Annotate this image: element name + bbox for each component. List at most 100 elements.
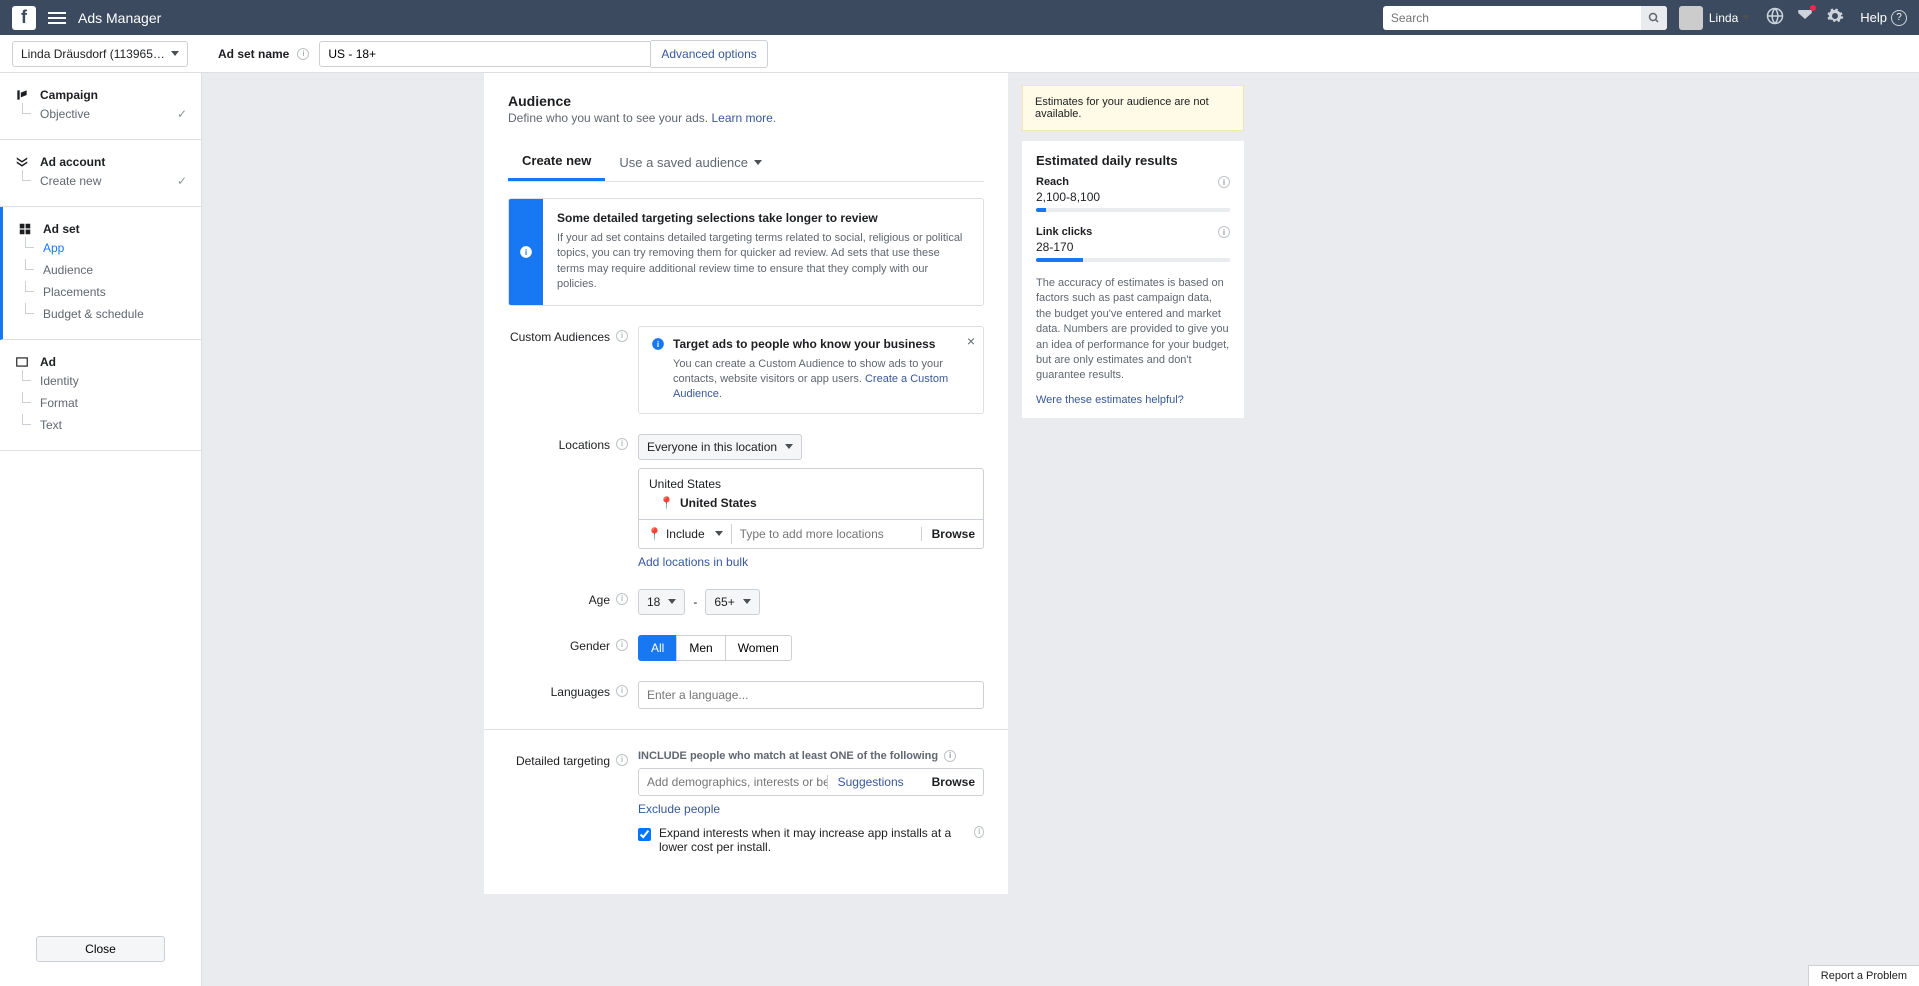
ad-section: Ad Identity Format Text [0, 340, 201, 451]
svg-text:i: i [657, 339, 659, 348]
chevron-down-icon [754, 160, 762, 165]
adset-name-label: Ad set name [218, 47, 289, 61]
sidebar-item-create-new[interactable]: Create new ✓ [0, 170, 201, 192]
adset-icon [17, 221, 33, 237]
globe-icon[interactable] [1766, 7, 1784, 28]
estimates-disclaimer: The accuracy of estimates is based on fa… [1036, 276, 1230, 384]
info-icon[interactable]: i [1218, 176, 1230, 188]
info-icon[interactable]: i [974, 826, 984, 838]
advanced-options-button[interactable]: Advanced options [651, 40, 767, 68]
content-area[interactable]: Audience Define who you want to see your… [202, 73, 1919, 986]
estimates-card: Estimated daily results Reach i 2,100-8,… [1022, 141, 1244, 418]
chevron-down-icon [668, 599, 676, 604]
expand-interests-checkbox[interactable] [638, 828, 651, 841]
facebook-logo[interactable]: f [12, 6, 36, 30]
check-icon: ✓ [177, 107, 187, 121]
exclude-people-link[interactable]: Exclude people [638, 802, 720, 816]
top-nav: f Ads Manager Linda Help ? [0, 0, 1919, 35]
location-input[interactable] [731, 524, 913, 544]
location-scope-dropdown[interactable]: Everyone in this location [638, 434, 802, 460]
account-selector[interactable]: Linda Dräusdorf (11396517272… [12, 41, 188, 67]
campaign-icon [14, 87, 30, 103]
search-input[interactable] [1383, 11, 1641, 25]
custom-audiences-label: Custom Audiences i [508, 326, 638, 414]
age-min-dropdown[interactable]: 18 [638, 589, 685, 615]
clicks-value: 28-170 [1036, 240, 1230, 254]
campaign-section: Campaign Objective ✓ [0, 73, 201, 140]
info-icon[interactable]: i [944, 750, 956, 762]
languages-input[interactable] [638, 681, 984, 709]
user-name: Linda [1709, 11, 1738, 25]
browse-locations-link[interactable]: Browse [921, 527, 975, 541]
adaccount-icon [14, 154, 30, 170]
sidebar-item-budget[interactable]: Budget & schedule [3, 303, 201, 325]
chevron-down-icon [785, 444, 793, 449]
clicks-bar [1036, 258, 1083, 262]
learn-more-link[interactable]: Learn more [711, 111, 772, 125]
chevron-down-icon [743, 599, 751, 604]
adset-section: Ad set App Audience Placements Budget & … [0, 207, 201, 340]
info-icon[interactable]: i [616, 593, 628, 605]
report-problem-link[interactable]: Report a Problem [1808, 965, 1919, 986]
sub-header: Linda Dräusdorf (11396517272… Ad set nam… [0, 35, 1919, 73]
info-icon[interactable]: i [616, 754, 628, 766]
sidebar-item-objective[interactable]: Objective ✓ [0, 103, 201, 125]
sidebar-item-app[interactable]: App [3, 237, 201, 259]
info-icon[interactable]: i [297, 48, 309, 60]
reach-bar [1036, 208, 1046, 212]
review-banner: i Some detailed targeting selections tak… [508, 198, 984, 306]
search-button[interactable] [1641, 6, 1667, 30]
gender-all-button[interactable]: All [638, 635, 677, 661]
detailed-targeting-input[interactable] [647, 775, 827, 789]
notification-dot [1810, 5, 1816, 11]
clicks-label: Link clicks [1036, 226, 1092, 238]
sidebar-item-identity[interactable]: Identity [0, 370, 201, 392]
notifications-icon[interactable] [1796, 7, 1814, 28]
chevron-down-icon [1742, 15, 1750, 20]
gender-men-button[interactable]: Men [676, 635, 725, 661]
close-button[interactable]: Close [36, 936, 165, 962]
info-icon: i [651, 337, 665, 351]
left-sidebar: Campaign Objective ✓ Ad account Create n… [0, 73, 202, 986]
ad-icon [14, 354, 30, 370]
sidebar-item-audience[interactable]: Audience [3, 259, 201, 281]
location-item-us[interactable]: 📍 United States [649, 493, 973, 513]
sidebar-item-format[interactable]: Format [0, 392, 201, 414]
gender-label: Gender i [508, 635, 638, 661]
include-dropdown[interactable]: 📍 Include [647, 527, 723, 541]
menu-icon[interactable] [48, 9, 66, 27]
adset-name-input[interactable] [319, 41, 651, 67]
info-icon[interactable]: i [1218, 226, 1230, 238]
right-column: Estimates for your audience are not avai… [1022, 73, 1244, 986]
check-icon: ✓ [177, 174, 187, 188]
chevron-down-icon [715, 531, 723, 536]
close-icon[interactable]: × [967, 333, 975, 349]
sidebar-item-placements[interactable]: Placements [3, 281, 201, 303]
sidebar-item-text[interactable]: Text [0, 414, 201, 436]
info-icon[interactable]: i [616, 685, 628, 697]
app-title: Ads Manager [78, 10, 161, 26]
info-icon: i [509, 199, 543, 305]
tab-use-saved[interactable]: Use a saved audience [605, 143, 776, 181]
suggestions-link[interactable]: Suggestions [827, 775, 914, 789]
age-label: Age i [508, 589, 638, 615]
user-menu[interactable]: Linda [1679, 6, 1750, 30]
tab-create-new[interactable]: Create new [508, 143, 605, 181]
locations-label: Locations i [508, 434, 638, 569]
estimates-feedback-link[interactable]: Were these estimates helpful? [1036, 394, 1184, 406]
info-icon[interactable]: i [616, 330, 628, 342]
help-link[interactable]: Help ? [1860, 10, 1907, 26]
age-max-dropdown[interactable]: 65+ [705, 589, 759, 615]
info-icon[interactable]: i [616, 639, 628, 651]
chevron-down-icon [171, 51, 179, 56]
reach-label: Reach [1036, 176, 1069, 188]
browse-targeting-link[interactable]: Browse [922, 775, 975, 789]
custom-audience-callout: × i Target ads to people who know your b… [638, 326, 984, 414]
pin-icon: 📍 [659, 496, 674, 510]
settings-icon[interactable] [1826, 7, 1844, 28]
pin-icon: 📍 [647, 527, 662, 541]
detailed-targeting-label: Detailed targeting i [508, 750, 638, 854]
info-icon[interactable]: i [616, 438, 628, 450]
gender-women-button[interactable]: Women [725, 635, 792, 661]
bulk-locations-link[interactable]: Add locations in bulk [638, 555, 748, 569]
